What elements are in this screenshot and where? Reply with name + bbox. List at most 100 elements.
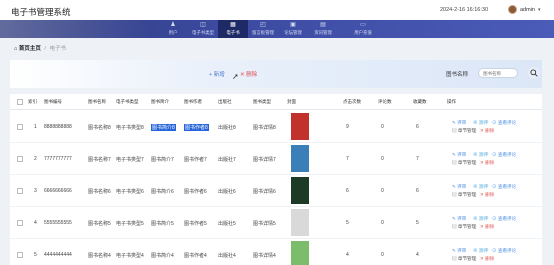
view-comments-button[interactable]: ⊙ 查看评论 bbox=[492, 216, 516, 222]
detail-button[interactable]: ⊗ 测评 bbox=[473, 248, 488, 254]
news-icon: ▤ bbox=[320, 22, 326, 28]
book-cover-image bbox=[291, 209, 309, 236]
row-publisher: 出版社6 bbox=[218, 189, 236, 195]
edit-button[interactable]: ✎ 评审 bbox=[452, 216, 466, 222]
view-comments-button[interactable]: ⊙ 查看评论 bbox=[492, 120, 516, 126]
col-code: 图书编号 bbox=[44, 99, 62, 104]
breadcrumb-home[interactable]: 首页主页 bbox=[19, 46, 41, 52]
top-header: 电子书管理系统 2024-2-16 16:16:30 admin ▾ bbox=[0, 0, 554, 20]
row-type: 电子书类型4 bbox=[116, 253, 144, 259]
row-delete-button[interactable]: ✕ 删除 bbox=[480, 128, 494, 134]
chapter-manage-button[interactable]: ▤ 章节管理 bbox=[452, 224, 476, 230]
view-comments-button[interactable]: ⊙ 查看评论 bbox=[492, 248, 516, 254]
col-publisher: 出版社 bbox=[218, 99, 232, 104]
nav-item-5[interactable]: ▤ 资讯管理 bbox=[308, 20, 338, 38]
view-comments-button[interactable]: ⊙ 查看评论 bbox=[492, 152, 516, 158]
search-label: 图书名称 bbox=[446, 72, 469, 78]
row-delete-button[interactable]: ✕ 删除 bbox=[480, 160, 494, 166]
row-checkbox[interactable] bbox=[17, 220, 23, 226]
mouse-cursor-icon: ➚ bbox=[232, 72, 239, 81]
forum-icon: ▣ bbox=[290, 22, 296, 28]
avatar[interactable] bbox=[508, 5, 517, 14]
main-nav: ♟ 用户 ◫ 电子书类型 ▦ 电子书 ◰ 留言板管理 ▣ 论坛管理 ▤ 资讯管理 ▭ 用户充值 bbox=[0, 20, 554, 38]
row-intro: 图书简介8 bbox=[151, 124, 176, 131]
row-checkbox[interactable] bbox=[17, 156, 23, 162]
col-index: 索引 bbox=[28, 99, 37, 104]
col-intro: 图书简介 bbox=[151, 99, 169, 104]
edit-button[interactable]: ✎ 评审 bbox=[452, 184, 466, 190]
row-code: 6666666666 bbox=[44, 188, 72, 194]
col-cover: 封面 bbox=[287, 99, 296, 104]
user-name[interactable]: admin bbox=[520, 7, 535, 13]
row-category: 图书详情4 bbox=[253, 253, 276, 259]
search-input[interactable] bbox=[478, 68, 518, 78]
detail-button[interactable]: ⊗ 测评 bbox=[473, 216, 488, 222]
row-publisher: 出版社4 bbox=[218, 253, 236, 259]
chapter-manage-button[interactable]: ▤ 章节管理 bbox=[452, 128, 476, 134]
nav-item-4[interactable]: ▣ 论坛管理 bbox=[278, 20, 308, 38]
calendar-icon: ▭ bbox=[360, 22, 366, 28]
search-button[interactable] bbox=[528, 67, 540, 79]
home-icon: ⌂ bbox=[14, 46, 18, 52]
col-comments: 评论数 bbox=[378, 99, 392, 104]
col-author: 图书作者 bbox=[184, 99, 202, 104]
detail-button[interactable]: ⊗ 测评 bbox=[473, 184, 488, 190]
table-row[interactable]: 3 6666666666 图书名称6 电子书类型6 图书简介6 图书作者6 出版社6 图书详情… bbox=[10, 175, 542, 207]
row-name: 图书名称5 bbox=[88, 221, 111, 227]
col-favorites: 收藏数 bbox=[413, 99, 427, 104]
row-clicks: 7 bbox=[346, 156, 349, 162]
row-category: 图书详情6 bbox=[253, 189, 276, 195]
col-actions: 操作 bbox=[447, 99, 456, 104]
nav-decoration bbox=[0, 20, 150, 38]
table-row[interactable]: 5 4444444444 图书名称4 电子书类型4 图书简介4 图书作者4 出版社4 图书详情… bbox=[10, 239, 542, 265]
row-name: 图书名称4 bbox=[88, 253, 111, 259]
row-code: 8888888888 bbox=[44, 124, 72, 130]
detail-button[interactable]: ⊗ 测评 bbox=[473, 152, 488, 158]
chapter-manage-button[interactable]: ▤ 章节管理 bbox=[452, 160, 476, 166]
breadcrumb-separator: / bbox=[44, 46, 46, 52]
breadcrumb-current: 电子书 bbox=[49, 46, 66, 52]
row-publisher: 出版社8 bbox=[218, 125, 236, 131]
row-intro: 图书简介5 bbox=[151, 221, 174, 227]
row-delete-button[interactable]: ✕ 删除 bbox=[480, 192, 494, 198]
row-checkbox[interactable] bbox=[17, 124, 23, 130]
row-name: 图书名称6 bbox=[88, 189, 111, 195]
row-checkbox[interactable] bbox=[17, 252, 23, 258]
row-clicks: 5 bbox=[346, 220, 349, 226]
row-clicks: 6 bbox=[346, 188, 349, 194]
table-row[interactable]: 2 7777777777 图书名称7 电子书类型7 图书简介7 图书作者7 出版社7 图书详情… bbox=[10, 143, 542, 175]
table-row[interactable]: 4 5555555555 图书名称5 电子书类型5 图书简介5 图书作者5 出版社5 图书详情… bbox=[10, 207, 542, 239]
row-checkbox[interactable] bbox=[17, 188, 23, 194]
edit-button[interactable]: ✎ 评审 bbox=[452, 120, 466, 126]
datetime: 2024-2-16 16:16:30 bbox=[440, 7, 489, 13]
delete-button[interactable]: ✕ 删除 bbox=[240, 70, 257, 78]
row-comments: 0 bbox=[381, 156, 384, 162]
chapter-manage-button[interactable]: ▤ 章节管理 bbox=[452, 192, 476, 198]
row-delete-button[interactable]: ✕ 删除 bbox=[480, 256, 494, 262]
row-intro: 图书简介6 bbox=[151, 189, 174, 195]
edit-button[interactable]: ✎ 评审 bbox=[452, 152, 466, 158]
book-cover-image bbox=[291, 113, 309, 140]
book-cover-image bbox=[291, 241, 309, 265]
col-type: 电子书类型 bbox=[116, 99, 139, 104]
nav-item-label: 论坛管理 bbox=[284, 30, 302, 35]
row-favorites: 4 bbox=[416, 252, 419, 258]
row-delete-button[interactable]: ✕ 删除 bbox=[480, 224, 494, 230]
row-name: 图书名称8 bbox=[88, 125, 111, 131]
select-all-checkbox[interactable] bbox=[17, 99, 23, 105]
chapter-manage-button[interactable]: ▤ 章节管理 bbox=[452, 256, 476, 262]
search-icon bbox=[530, 69, 538, 77]
row-type: 电子书类型6 bbox=[116, 189, 144, 195]
nav-item-0[interactable]: ♟ 用户 bbox=[158, 20, 188, 38]
view-comments-button[interactable]: ⊙ 查看评论 bbox=[492, 184, 516, 190]
add-button[interactable]: + 新增 bbox=[209, 70, 225, 78]
table-row[interactable]: 1 8888888888 图书名称8 电子书类型8 图书简介8 图书作者8 出版社8 图书详情… bbox=[10, 111, 542, 143]
nav-item-2[interactable]: ▦ 电子书 bbox=[218, 20, 248, 38]
detail-button[interactable]: ⊗ 测评 bbox=[473, 120, 488, 126]
edit-button[interactable]: ✎ 评审 bbox=[452, 248, 466, 254]
nav-item-6[interactable]: ▭ 用户充值 bbox=[348, 20, 378, 38]
chevron-down-icon[interactable]: ▾ bbox=[538, 7, 541, 13]
nav-item-label: 电子书 bbox=[226, 30, 240, 35]
nav-item-3[interactable]: ◰ 留言板管理 bbox=[248, 20, 278, 38]
nav-item-1[interactable]: ◫ 电子书类型 bbox=[188, 20, 218, 38]
